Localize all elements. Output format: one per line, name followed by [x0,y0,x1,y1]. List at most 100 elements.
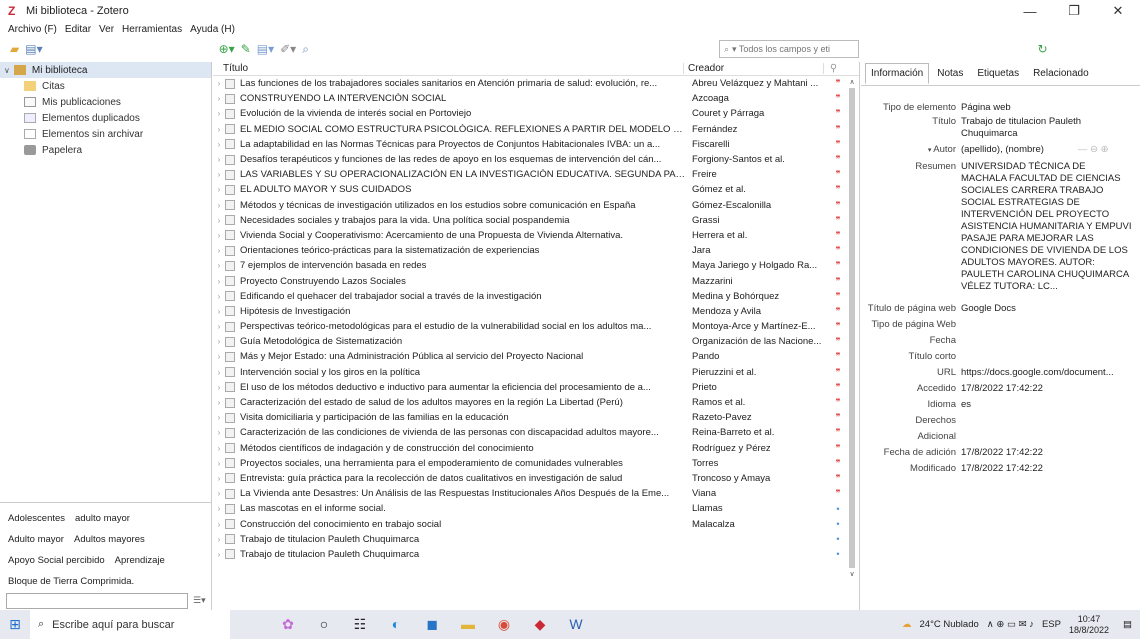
taskbar-search[interactable]: ⌕ Escribe aquí para buscar [30,610,230,639]
attachment-status-icon[interactable]: ❞ [828,260,848,271]
menu-ayuda[interactable]: Ayuda (H) [190,24,235,35]
expand-chevron-icon[interactable]: › [213,352,225,361]
item-row[interactable]: › 7 ejemplos de intervención basada en re… [213,258,859,273]
item-row[interactable]: › CONSTRUYENDO LA INTERVENCIÓN SOCIAL Azco… [213,91,859,106]
attachment-status-icon[interactable]: ❞ [828,351,848,362]
tag[interactable]: Aprendizaje [115,555,165,566]
menu-herramientas[interactable]: Herramientas [122,24,182,35]
expand-chevron-icon[interactable]: › [213,185,225,194]
expand-chevron-icon[interactable]: › [213,79,225,88]
sync-icon[interactable]: ↻ [1038,40,1048,58]
expand-chevron-icon[interactable]: › [213,125,225,134]
file-explorer-icon[interactable]: ▬ [450,616,486,633]
menu-archivo[interactable]: Archivo (F) [8,24,57,35]
windows-start-icon[interactable]: ⊞ [0,616,30,633]
collection-my-publications[interactable]: Mis publicaciones [0,94,211,110]
tab-info[interactable]: Información [865,63,930,84]
expand-chevron-icon[interactable]: › [213,231,225,240]
attachment-status-icon[interactable]: ❞ [828,367,848,378]
attachment-status-icon[interactable]: ❞ [828,291,848,302]
field-value[interactable] [961,431,1133,443]
collection-trash[interactable]: Papelera [0,142,211,158]
expand-chevron-icon[interactable]: › [213,292,225,301]
author-value[interactable]: (apellido), (nombre) [961,144,1044,155]
weather-icon[interactable]: ☁ [902,619,912,630]
zotero-taskbar-icon[interactable]: ◆ [522,616,558,633]
advanced-search-icon[interactable]: ⌕ [302,40,309,58]
item-row[interactable]: › Desafíos terapéuticos y funciones de la… [213,152,859,167]
search-input[interactable] [732,44,853,54]
chevron-down-icon[interactable]: ∨ [4,66,10,75]
attachment-status-icon[interactable]: ❞ [828,230,848,241]
item-row[interactable]: › Visita domiciliaria y participación de … [213,410,859,425]
attachment-status-icon[interactable]: ❞ [828,473,848,484]
author-controls-icon[interactable]: — ⊖ ⊕ [1078,144,1109,155]
tag-actions-icon[interactable]: ☰▾ [193,595,206,606]
news-widget-icon[interactable]: ✿ [270,616,306,633]
attachment-status-icon[interactable]: ❞ [828,93,848,104]
item-row[interactable]: › Métodos científicos de indagación y de … [213,441,859,456]
attachment-status-icon[interactable]: ❞ [828,412,848,423]
attachment-status-icon[interactable]: ❞ [828,124,848,135]
item-row[interactable]: › Hipótesis de Investigación Mendoza y Avi… [213,304,859,319]
tag[interactable]: adulto mayor [75,513,130,524]
attachment-status-icon[interactable]: ❞ [828,78,848,89]
column-creator[interactable]: Creador [683,63,823,74]
attachment-status-icon[interactable]: ❞ [828,336,848,347]
attachment-status-icon[interactable]: ❞ [828,488,848,499]
attachment-status-icon[interactable]: ❞ [828,200,848,211]
field-value[interactable] [961,335,1133,347]
attachment-status-icon[interactable]: • [828,519,848,529]
expand-chevron-icon[interactable]: › [213,201,225,210]
attachment-status-icon[interactable]: ❞ [828,215,848,226]
expand-chevron-icon[interactable]: › [213,444,225,453]
item-row[interactable]: › La Vivienda ante Desastres: Un Análisis… [213,486,859,501]
item-row[interactable]: › Entrevista: guía práctica para la recol… [213,471,859,486]
edge-icon[interactable]: ◐ [378,616,414,633]
new-collection-icon[interactable]: ▰ [10,40,19,58]
attachment-status-icon[interactable]: • [828,534,848,544]
item-row[interactable]: › Las funciones de los trabajadores socia… [213,76,859,91]
attachment-status-icon[interactable]: ❞ [828,139,848,150]
attachment-status-icon[interactable]: ❞ [828,321,848,332]
new-feed-icon[interactable]: ▤▾ [25,40,42,58]
attachment-status-icon[interactable]: ❞ [828,427,848,438]
tag[interactable]: Bloque de Tierra Comprimida. [8,576,134,587]
expand-chevron-icon[interactable]: › [213,520,225,529]
attachment-status-icon[interactable]: ❞ [828,245,848,256]
field-value[interactable]: 17/8/2022 17:42:22 [961,383,1133,395]
store-icon[interactable]: ◼ [414,616,450,633]
attachment-status-icon[interactable]: ❞ [828,397,848,408]
expand-chevron-icon[interactable]: › [213,155,225,164]
new-note-icon[interactable]: ▤▾ [257,40,274,58]
attachment-status-icon[interactable]: ❞ [828,276,848,287]
item-row[interactable]: › El uso de los métodos deductivo e induc… [213,380,859,395]
expand-chevron-icon[interactable]: › [213,413,225,422]
close-button[interactable]: ✕ [1096,0,1140,22]
item-row[interactable]: › Las mascotas en el informe social. Llama… [213,501,859,516]
scroll-down-icon[interactable]: ∨ [847,570,857,578]
collection-my-library[interactable]: ∨ Mi biblioteca [0,62,211,78]
attachment-status-icon[interactable]: ❞ [828,184,848,195]
item-row[interactable]: › Proyectos sociales, una herramienta par… [213,456,859,471]
minimize-button[interactable]: — [1008,0,1052,22]
field-value[interactable]: es [961,399,1133,411]
expand-chevron-icon[interactable]: › [213,459,225,468]
new-item-icon[interactable]: ⊕▾ [219,40,235,58]
item-row[interactable]: › Métodos y técnicas de investigación uti… [213,198,859,213]
field-value[interactable]: Trabajo de titulacion Pauleth Chuquimarc… [961,116,1133,140]
item-row[interactable]: › Más y Mejor Estado: una Administración … [213,349,859,364]
field-value[interactable] [961,351,1133,363]
expand-chevron-icon[interactable]: › [213,398,225,407]
item-row[interactable]: › Edificando el quehacer del trabajador s… [213,289,859,304]
expand-chevron-icon[interactable]: › [213,383,225,392]
item-row[interactable]: › La adaptabilidad en las Normas Técnicas… [213,137,859,152]
collection-citas[interactable]: Citas [0,78,211,94]
scroll-up-icon[interactable]: ∧ [847,78,857,86]
tab-related[interactable]: Relacionado [1027,63,1095,84]
item-row[interactable]: › Necesidades sociales y trabajos para la… [213,213,859,228]
scroll-thumb[interactable] [849,88,855,568]
attachment-status-icon[interactable]: ❞ [828,154,848,165]
item-row[interactable]: › Orientaciones teórico-prácticas para la… [213,243,859,258]
item-row[interactable]: › EL ADULTO MAYOR Y SUS CUIDADOS Gómez et … [213,182,859,197]
